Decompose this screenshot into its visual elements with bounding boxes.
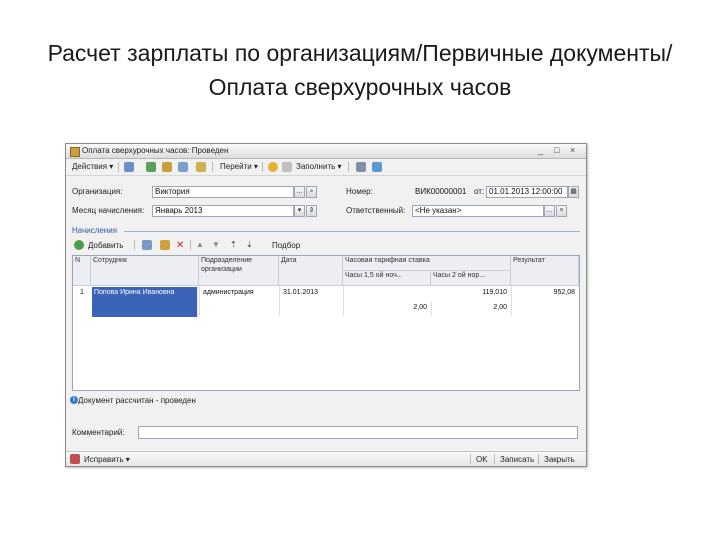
section-divider bbox=[124, 231, 580, 232]
fix-menu[interactable]: Исправить ▾ bbox=[84, 455, 130, 464]
cell-rate[interactable]: 119,010 bbox=[345, 288, 509, 300]
toolbar-separator bbox=[134, 240, 135, 250]
document-icon bbox=[70, 147, 80, 157]
sort-asc-icon[interactable]: ⇡ bbox=[230, 240, 237, 249]
column-header-hours-1[interactable]: Часы 1,5 ой ноч... bbox=[343, 271, 431, 286]
number-label: Номер: bbox=[346, 187, 373, 196]
delete-icon[interactable]: ✕ bbox=[176, 240, 184, 251]
column-header-num[interactable]: N bbox=[73, 256, 91, 286]
actions-menu[interactable]: Действия ▾ bbox=[72, 162, 113, 171]
structure-icon[interactable] bbox=[178, 162, 188, 172]
toolbar-separator bbox=[494, 454, 495, 464]
save-icon[interactable] bbox=[124, 162, 134, 172]
column-header-hours-2[interactable]: Часы 2 ой нор... bbox=[431, 271, 511, 286]
from-label: от: bbox=[474, 187, 485, 196]
close-button[interactable]: Закрыть bbox=[544, 455, 575, 464]
grid-line bbox=[343, 286, 344, 316]
fill-menu[interactable]: Заполнить ▾ bbox=[296, 162, 342, 171]
save-button[interactable]: Записать bbox=[500, 455, 534, 464]
toolbar-separator bbox=[348, 162, 349, 172]
close-window-button[interactable]: × bbox=[570, 145, 575, 156]
status-message: Документ рассчитан - проведен bbox=[78, 396, 196, 405]
add-icon[interactable] bbox=[74, 240, 84, 250]
ok-button[interactable]: OK bbox=[476, 455, 488, 464]
minimize-button[interactable]: _ bbox=[538, 145, 543, 156]
responsible-label: Ответственный: bbox=[346, 206, 406, 215]
toolbar-separator bbox=[212, 162, 213, 172]
grid-line bbox=[511, 286, 512, 316]
window-title: Оплата сверхурочных часов: Проведен bbox=[82, 146, 229, 155]
restore-button[interactable]: □ bbox=[554, 145, 559, 156]
goto-menu[interactable]: Перейти ▾ bbox=[220, 162, 258, 171]
toolbar-separator bbox=[262, 162, 263, 172]
window-titlebar: Оплата сверхурочных часов: Проведен _ □ … bbox=[66, 144, 586, 159]
accruals-table: N Сотрудник Подразделение организации Да… bbox=[72, 255, 580, 391]
document-window: Оплата сверхурочных часов: Проведен _ □ … bbox=[65, 143, 587, 467]
column-header-dept[interactable]: Подразделение организации bbox=[199, 256, 279, 286]
column-header-rate[interactable]: Часовая тарифная ставка bbox=[343, 256, 511, 271]
info-icon[interactable] bbox=[372, 162, 382, 172]
copy-icon[interactable] bbox=[142, 240, 152, 250]
cell-hours-1[interactable]: 2,00 bbox=[345, 303, 429, 315]
org-label: Организация: bbox=[72, 187, 123, 196]
grid-line bbox=[199, 286, 200, 316]
main-toolbar: Действия ▾ Перейти ▾ Заполнить ▾ bbox=[66, 159, 586, 176]
select-button[interactable]: Подбор bbox=[272, 241, 300, 250]
org-select-button[interactable]: … bbox=[294, 186, 305, 198]
grid-line bbox=[279, 286, 280, 316]
grid-line bbox=[431, 301, 432, 316]
cell-date[interactable]: 31.01.2013 bbox=[281, 288, 341, 300]
comment-field[interactable] bbox=[138, 426, 578, 439]
move-down-icon[interactable]: ▼ bbox=[212, 240, 220, 249]
column-header-employee[interactable]: Сотрудник bbox=[91, 256, 199, 286]
bottom-bar: Исправить ▾ OK Записать Закрыть bbox=[66, 451, 586, 466]
month-field[interactable]: Январь 2013 bbox=[152, 205, 294, 217]
table-icon[interactable] bbox=[146, 162, 156, 172]
add-button[interactable]: Добавить bbox=[88, 241, 123, 250]
org-search-icon[interactable]: ⌕ bbox=[306, 186, 317, 198]
info-icon: i bbox=[70, 396, 78, 404]
toolbar-separator bbox=[118, 162, 119, 172]
date-field[interactable]: 01.01.2013 12:00:00 bbox=[486, 186, 568, 198]
accruals-section-title: Начисления bbox=[72, 226, 118, 235]
column-header-result[interactable]: Результат bbox=[511, 256, 579, 286]
toolbar-separator bbox=[190, 240, 191, 250]
toolbar-separator bbox=[538, 454, 539, 464]
edit-icon[interactable] bbox=[160, 240, 170, 250]
column-header-date[interactable]: Дата bbox=[279, 256, 343, 286]
cell-dept[interactable]: администрация bbox=[201, 288, 277, 300]
toolbar-separator bbox=[470, 454, 471, 464]
print-icon[interactable] bbox=[196, 162, 206, 172]
move-up-icon[interactable]: ▲ bbox=[196, 240, 204, 249]
month-label: Месяц начисления: bbox=[72, 206, 145, 215]
month-stepper[interactable]: ⇕ bbox=[306, 205, 317, 217]
number-field[interactable]: ВИК00000001 bbox=[412, 186, 472, 198]
post-icon[interactable] bbox=[162, 162, 172, 172]
responsible-select-button[interactable]: … bbox=[544, 205, 555, 217]
help-icon[interactable] bbox=[268, 162, 278, 172]
cell-employee[interactable]: Попова Ирина Ивановна bbox=[92, 287, 198, 317]
month-dropdown-icon[interactable]: ▾ bbox=[294, 205, 305, 217]
fix-icon bbox=[70, 454, 80, 464]
cell-result[interactable]: 952,08 bbox=[513, 288, 577, 300]
settings-icon[interactable] bbox=[282, 162, 292, 172]
cell-hours-2[interactable]: 2,00 bbox=[433, 303, 509, 315]
responsible-clear-icon[interactable]: × bbox=[556, 205, 567, 217]
sort-desc-icon[interactable]: ⇣ bbox=[246, 240, 253, 249]
cell-num: 1 bbox=[80, 289, 84, 296]
comment-label: Комментарий: bbox=[72, 428, 125, 437]
slide-title: Расчет зарплаты по организациям/Первичны… bbox=[47, 40, 673, 100]
calendar-icon[interactable]: ▦ bbox=[568, 186, 579, 198]
responsible-field[interactable]: <Не указан> bbox=[412, 205, 544, 217]
list-icon[interactable] bbox=[356, 162, 366, 172]
org-field[interactable]: Виктория bbox=[152, 186, 294, 198]
